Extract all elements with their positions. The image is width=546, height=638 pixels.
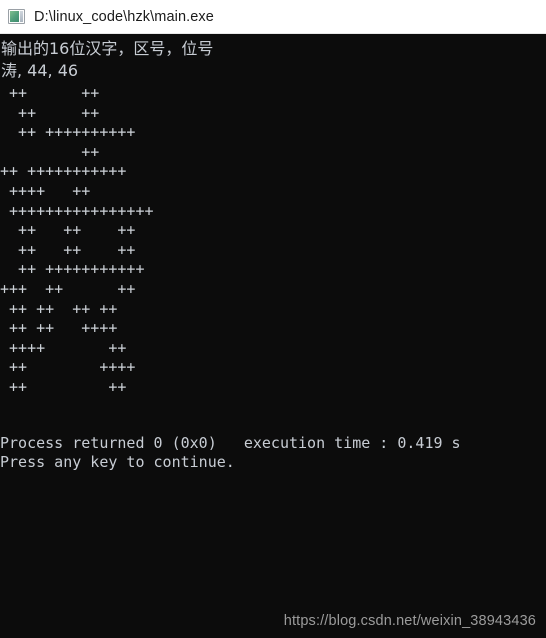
ascii-art-row: ++ ++ ++++ [0,319,118,338]
console-window-icon [8,9,25,24]
titlebar: D:\linux_code\hzk\main.exe [0,0,546,34]
ascii-art-row: ++++++++++++++++ [0,201,154,220]
ascii-art-row: ++ +++++++++++ [0,162,127,181]
ascii-art-row: ++ ++ [0,377,127,396]
ascii-art-row: ++ ++ ++ ++ [0,299,118,318]
ascii-art-row: ++ ++ ++ [0,221,136,240]
console-icon-sidebar [20,11,23,22]
ascii-art-block: ++ ++ ++ ++ ++ ++++++++++ ++ ++ ++++++++… [0,84,546,398]
ascii-art-row: ++ +++++++++++ [0,260,145,279]
window-title: D:\linux_code\hzk\main.exe [34,8,214,25]
ascii-art-row: ++ [0,142,100,161]
process-result-block: Process returned 0 (0x0) execution time … [0,434,546,473]
output-header-line-1: 输出的16位汉字，区号，位号 [1,39,214,58]
ascii-art-row: ++ ++++++++++ [0,123,136,142]
ascii-art-row: +++ ++ ++ [0,279,136,298]
console-output-area[interactable]: 输出的16位汉字，区号，位号 涛, 44, 46 ++ ++ ++ ++ ++ … [0,34,546,638]
ascii-art-row: ++++ ++ [0,338,127,357]
ascii-art-row: ++ ++ [0,84,100,102]
ascii-art-row: ++++ ++ [0,181,91,200]
ascii-art-row: ++ ++++ [0,358,136,377]
ascii-art-row: ++ ++ [0,103,100,122]
press-any-key-line: Press any key to continue. [0,453,235,472]
output-header-line-2: 涛, 44, 46 [1,61,79,80]
ascii-art-row: ++ ++ ++ [0,240,136,259]
process-returned-line: Process returned 0 (0x0) execution time … [0,433,461,452]
watermark-url: https://blog.csdn.net/weixin_38943436 [283,613,536,629]
blank-lines-spacer [0,398,546,434]
console-icon-screen [10,11,19,22]
console-window: D:\linux_code\hzk\main.exe 输出的16位汉字，区号，位… [0,0,546,638]
